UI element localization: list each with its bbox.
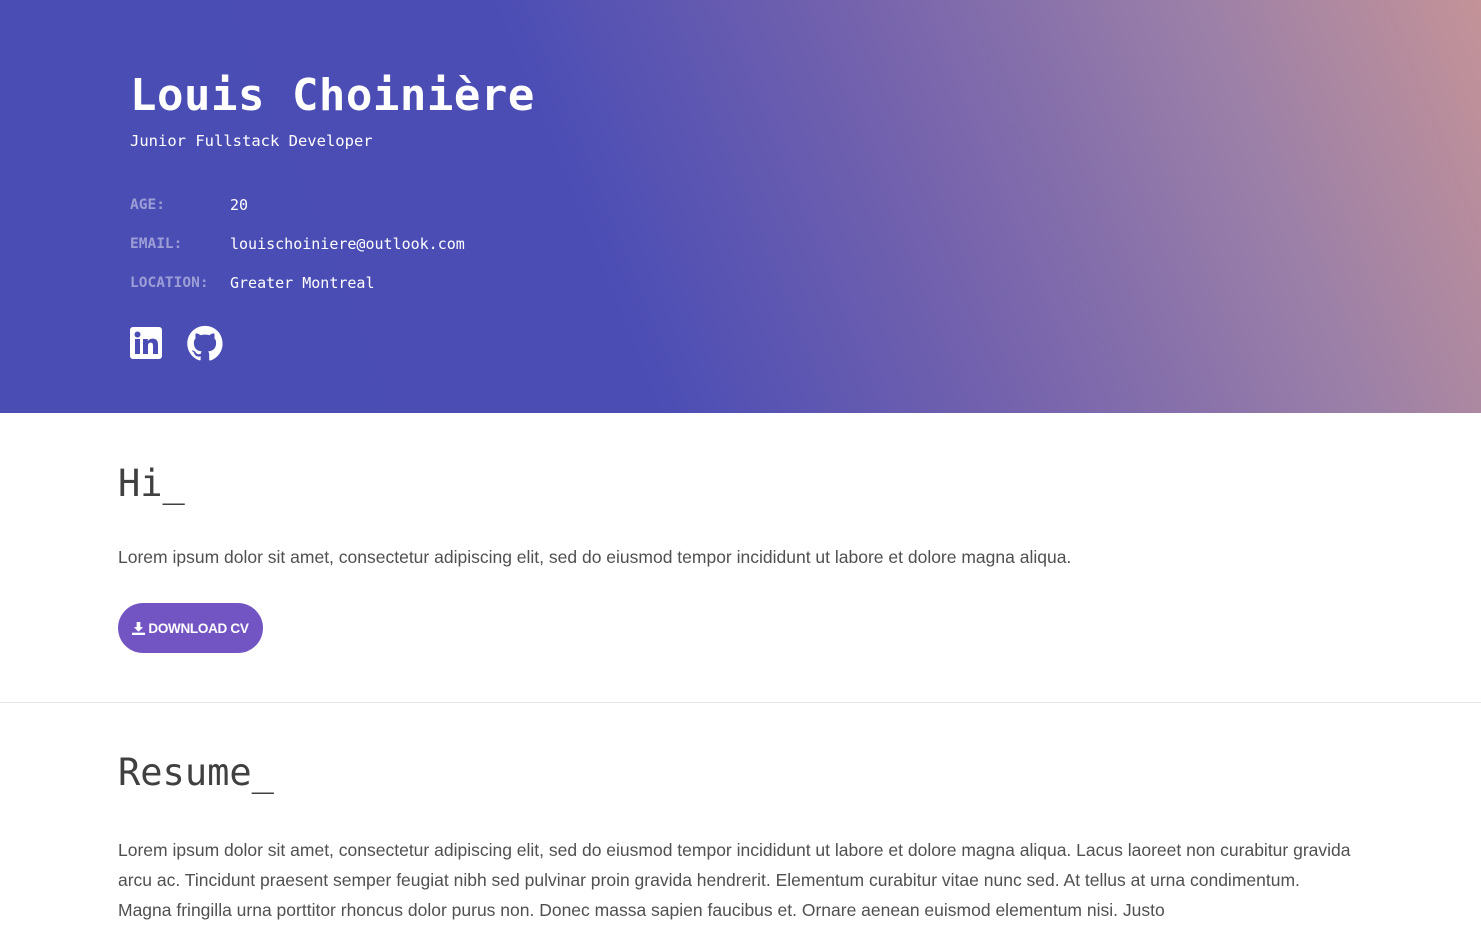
download-cv-button[interactable]: DOWNLOAD CV — [118, 603, 263, 653]
info-value-age: 20 — [230, 196, 249, 214]
download-icon — [132, 621, 146, 635]
github-link[interactable] — [187, 325, 223, 361]
github-icon — [187, 325, 223, 361]
profile-header: Louis Choinière Junior Fullstack Develop… — [0, 0, 1481, 413]
profile-name: Louis Choinière — [130, 70, 535, 121]
download-cv-label: DOWNLOAD CV — [148, 620, 249, 636]
intro-text: Lorem ipsum dolor sit amet, consectetur … — [118, 547, 1072, 567]
resume-text: Lorem ipsum dolor sit amet, consectetur … — [118, 840, 1351, 920]
linkedin-link[interactable] — [128, 325, 164, 361]
section-divider — [0, 702, 1481, 703]
info-label-age: AGE: — [130, 197, 165, 213]
intro-title: Hi_ — [118, 462, 185, 505]
info-value-location: Greater Montreal — [230, 274, 375, 292]
info-label-email: EMAIL: — [130, 236, 183, 252]
linkedin-icon — [130, 327, 162, 359]
resume-title: Resume_ — [118, 751, 274, 794]
info-value-email[interactable]: louischoiniere@outlook.com — [230, 233, 465, 255]
info-label-location: LOCATION: — [130, 275, 209, 291]
profile-subtitle: Junior Fullstack Developer — [130, 132, 373, 150]
